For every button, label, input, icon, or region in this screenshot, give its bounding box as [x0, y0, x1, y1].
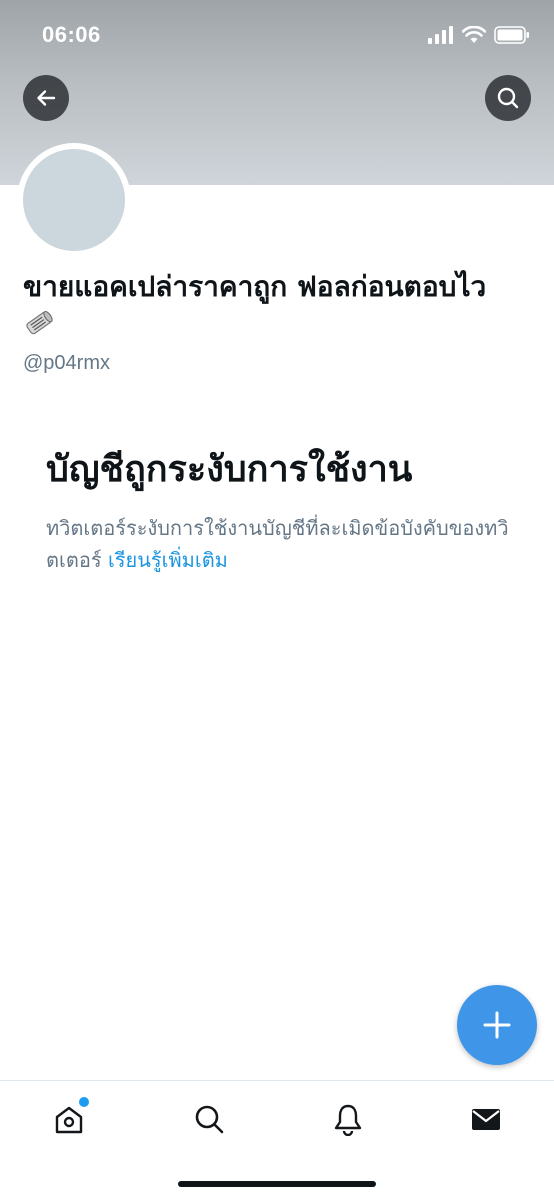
tab-search[interactable]	[187, 1097, 231, 1141]
search-button[interactable]	[485, 75, 531, 121]
home-badge	[79, 1097, 89, 1107]
status-bar: 06:06	[0, 0, 554, 70]
search-icon	[497, 87, 519, 109]
arrow-left-icon	[37, 90, 56, 106]
search-icon	[195, 1105, 224, 1134]
status-time: 06:06	[42, 22, 101, 47]
compose-tweet-button[interactable]	[457, 985, 537, 1065]
bell-icon	[334, 1104, 362, 1136]
suspension-message: ทวิตเตอร์ระงับการใช้งานบัญชีที่ละเมิดข้อ…	[46, 512, 516, 576]
profile-handle: @p04rmx	[23, 352, 110, 374]
tab-notifications[interactable]	[326, 1097, 370, 1141]
avatar	[23, 149, 125, 251]
back-button[interactable]	[23, 75, 69, 121]
learn-more-link[interactable]: เรียนรู้เพิ่มเติม	[108, 548, 228, 572]
cellular-signal-icon	[428, 26, 453, 44]
tab-messages[interactable]	[464, 1097, 508, 1141]
display-name-text: ขายแอคเปล่าราคาถูก ฟอลก่อนตอบไว	[23, 270, 487, 303]
newspaper-roll-icon	[26, 311, 53, 335]
suspension-title: บัญชีถูกระงับการใช้งาน	[46, 449, 413, 490]
tab-home[interactable]	[47, 1097, 91, 1141]
avatar-container[interactable]	[17, 143, 131, 257]
envelope-icon	[472, 1109, 500, 1130]
wifi-icon	[462, 26, 486, 43]
home-icon	[55, 1106, 83, 1134]
status-icons	[428, 24, 530, 46]
plus-icon	[483, 1011, 511, 1039]
battery-icon	[494, 26, 529, 44]
profile-display-name: ขายแอคเปล่าราคาถูก ฟอลก่อนตอบไว	[23, 268, 503, 344]
home-indicator	[178, 1181, 376, 1187]
